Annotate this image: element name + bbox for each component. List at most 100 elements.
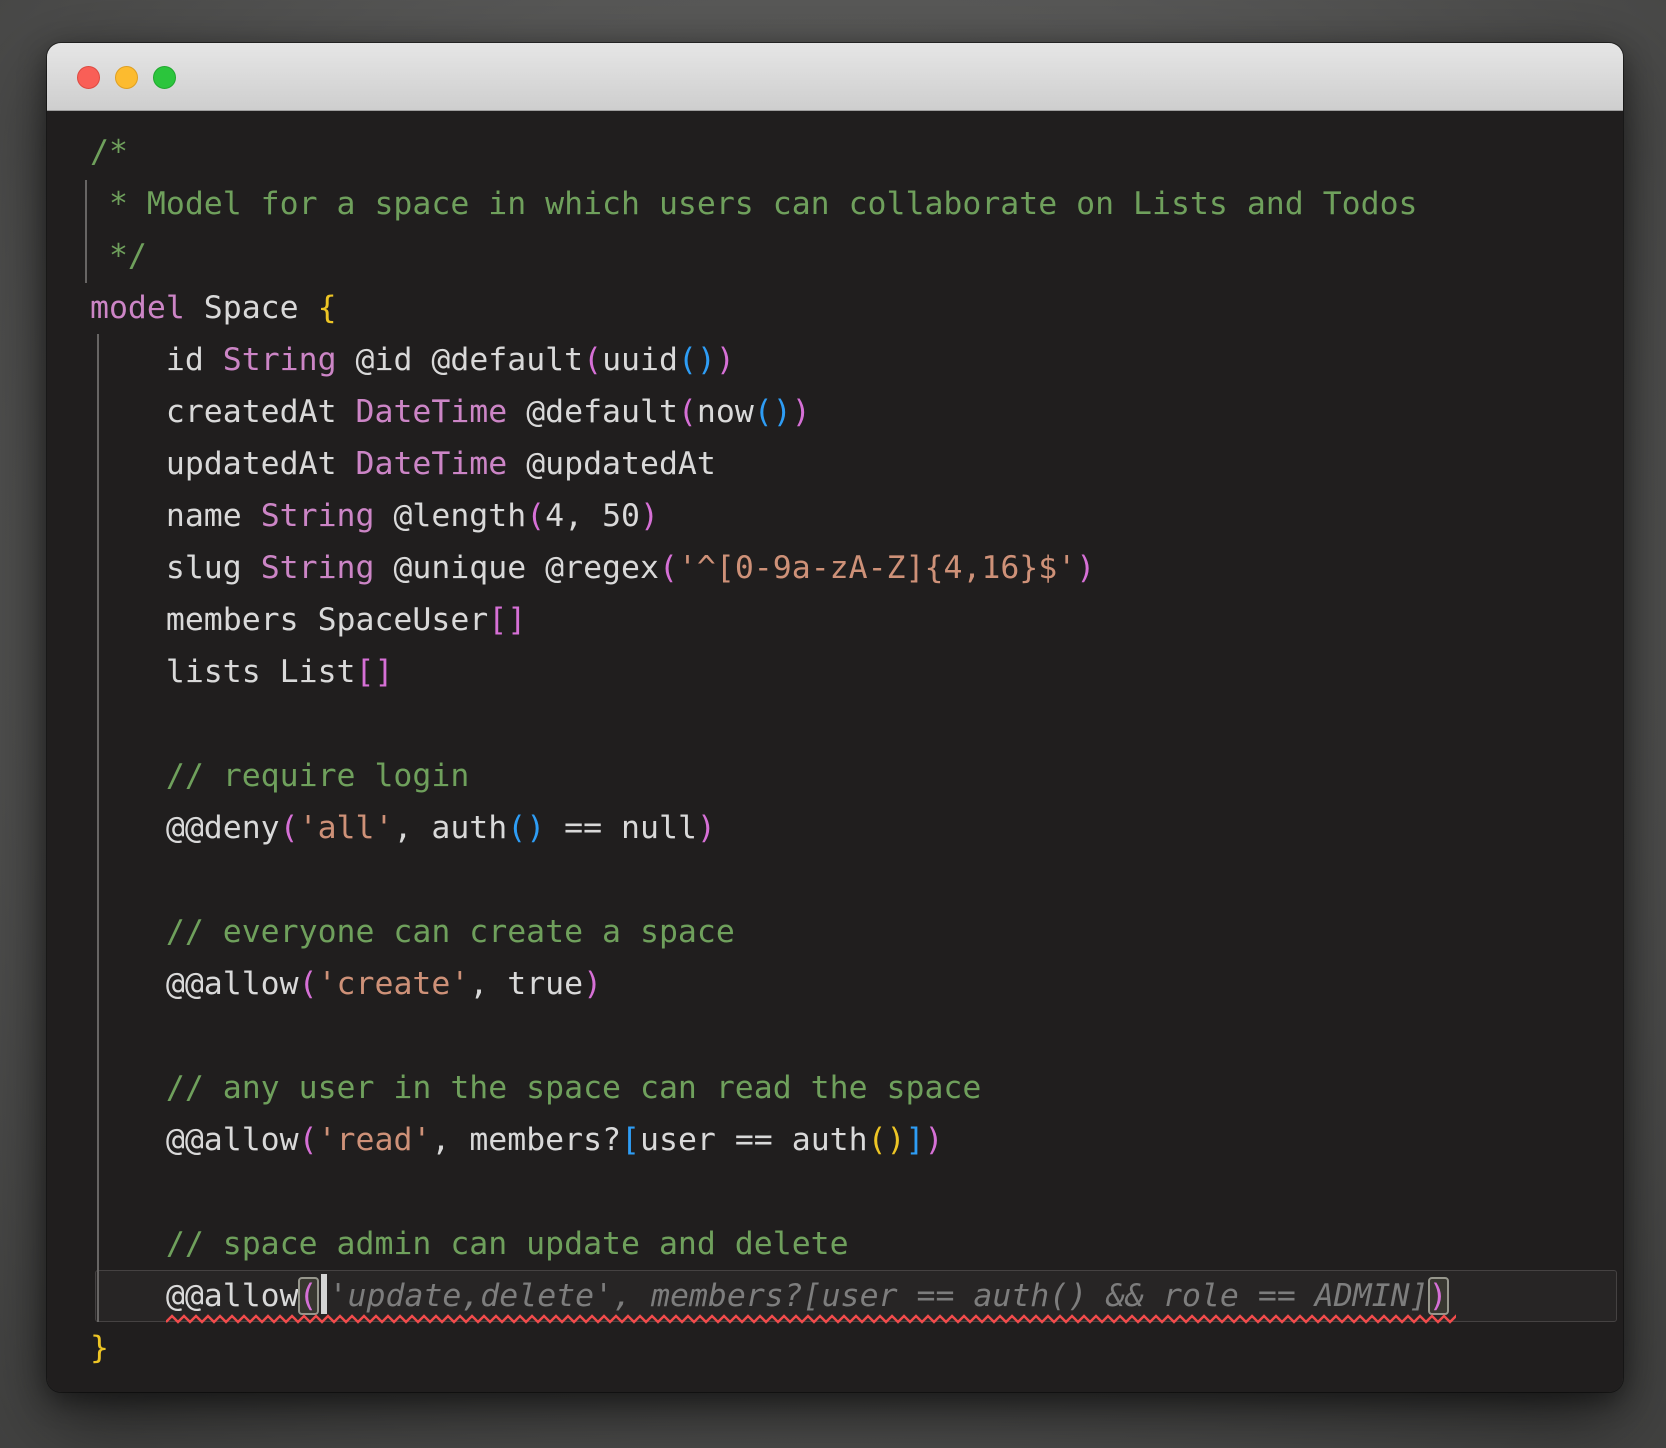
- code-token-text: @@allow: [90, 1122, 299, 1158]
- code-line[interactable]: */: [90, 230, 1623, 282]
- code-token-comment: /*: [90, 134, 128, 170]
- code-token-bracket2: ): [583, 966, 603, 1002]
- code-token-bracket2: ): [640, 498, 659, 534]
- code-token-type: String: [260, 550, 375, 586]
- code-line[interactable]: @@allow('update,delete', members?[user =…: [90, 1270, 1623, 1324]
- code-token-string: 'read': [317, 1122, 432, 1158]
- code-token-bracket1: {: [317, 290, 337, 326]
- code-token-bracket2: (: [677, 394, 697, 430]
- code-line[interactable]: * Model for a space in which users can c…: [90, 178, 1623, 230]
- code-line[interactable]: }: [90, 1322, 1623, 1374]
- code-token-bracket2: ): [924, 1122, 944, 1158]
- code-token-bracket2: (: [583, 342, 603, 378]
- code-line[interactable]: createdAt DateTime @default(now()): [90, 386, 1623, 438]
- code-token-bracket2: (: [298, 1122, 318, 1158]
- code-token-bracket1: }: [90, 1330, 109, 1366]
- code-line[interactable]: [90, 1166, 1623, 1218]
- code-token-text: updatedAt: [90, 446, 356, 482]
- code-line[interactable]: // everyone can create a space: [90, 906, 1623, 958]
- code-line[interactable]: // space admin can update and delete: [90, 1218, 1623, 1270]
- code-line[interactable]: @@deny('all', auth() == null): [90, 802, 1623, 854]
- code-token-text: createdAt: [90, 394, 356, 430]
- code-token-bracket3: (): [677, 342, 716, 378]
- code-line[interactable]: // require login: [90, 750, 1623, 802]
- code-line[interactable]: @@allow('create', true): [90, 958, 1623, 1010]
- code-token-text: Space: [184, 290, 318, 326]
- code-line[interactable]: @@allow('read', members?[user == auth()]…: [90, 1114, 1623, 1166]
- editor-window: /* * Model for a space in which users ca…: [47, 43, 1623, 1392]
- code-token-text: @updatedAt: [507, 446, 716, 482]
- code-token-bracket3: ]: [905, 1122, 925, 1158]
- code-token-string: 'all': [298, 810, 394, 846]
- code-token-text: @@deny: [90, 810, 280, 846]
- code-token-text: @length: [374, 498, 527, 534]
- code-token-bracket1: (): [867, 1122, 906, 1158]
- code-token-comment: */: [90, 238, 147, 274]
- code-token-text: @id @default: [336, 342, 584, 378]
- code-line[interactable]: members SpaceUser[]: [90, 594, 1623, 646]
- inline-suggestion-ghost-text: 'update,delete', members?[user == auth()…: [328, 1278, 1429, 1314]
- code-token-text: slug: [90, 550, 261, 586]
- code-token-bracket2: ): [791, 394, 811, 430]
- code-token-text: , auth: [393, 810, 508, 846]
- matched-open-paren: (: [297, 1277, 319, 1315]
- code-token-bracket3: (): [753, 394, 792, 430]
- code-token-bracket2: []: [355, 654, 394, 690]
- comment-block-guide: [85, 180, 87, 283]
- code-token-bracket2: (: [279, 810, 299, 846]
- zoom-button[interactable]: [153, 65, 176, 89]
- code-token-text: @unique @regex: [374, 550, 659, 586]
- code-token-string: 'create': [317, 966, 470, 1002]
- code-line[interactable]: [90, 1010, 1623, 1062]
- code-token-comment: // require login: [90, 758, 470, 794]
- code-token-text: user == auth: [640, 1122, 868, 1158]
- code-token-comment: * Model for a space in which users can c…: [90, 186, 1418, 222]
- code-line[interactable]: /*: [90, 126, 1623, 178]
- code-token-text: members SpaceUser: [90, 602, 489, 638]
- code-line[interactable]: lists List[]: [90, 646, 1623, 698]
- window-titlebar[interactable]: [47, 43, 1623, 111]
- code-token-bracket2: (: [526, 498, 546, 534]
- code-token-text: id: [90, 342, 223, 378]
- error-squiggle: [166, 1314, 1456, 1324]
- code-token-bracket2: (: [298, 966, 318, 1002]
- code-token-type: DateTime: [355, 446, 508, 482]
- matched-close-paren: ): [1427, 1277, 1449, 1315]
- code-token-text: uuid: [602, 342, 678, 378]
- code-lines: /* * Model for a space in which users ca…: [90, 126, 1623, 1374]
- code-line[interactable]: updatedAt DateTime @updatedAt: [90, 438, 1623, 490]
- close-button[interactable]: [77, 65, 100, 89]
- code-token-comment: // any user in the space can read the sp…: [90, 1070, 982, 1106]
- code-token-text: == null: [545, 810, 697, 846]
- code-token-comment: // space admin can update and delete: [90, 1226, 849, 1262]
- code-line[interactable]: model Space {: [90, 282, 1623, 334]
- code-token-keyword: model: [90, 290, 185, 326]
- code-line[interactable]: name String @length(4, 50): [90, 490, 1623, 542]
- code-token-text: @@allow: [90, 1278, 299, 1314]
- code-token-bracket3: (): [507, 810, 546, 846]
- code-line[interactable]: // any user in the space can read the sp…: [90, 1062, 1623, 1114]
- code-token-text: , true: [469, 966, 584, 1002]
- code-token-text: 4, 50: [545, 498, 640, 534]
- code-line[interactable]: slug String @unique @regex('^[0-9a-zA-Z]…: [90, 542, 1623, 594]
- code-token-bracket2: ): [715, 342, 735, 378]
- code-line[interactable]: id String @id @default(uuid()): [90, 334, 1623, 386]
- code-token-bracket3: [: [621, 1122, 641, 1158]
- code-token-string: '^[0-9a-zA-Z]{4,16}$': [677, 550, 1077, 586]
- code-token-bracket2: (: [658, 550, 678, 586]
- code-token-text: lists List: [90, 654, 356, 690]
- code-line[interactable]: [90, 854, 1623, 906]
- code-editor-area[interactable]: /* * Model for a space in which users ca…: [47, 111, 1623, 1392]
- code-token-comment: // everyone can create a space: [90, 914, 735, 950]
- minimize-button[interactable]: [115, 65, 138, 89]
- code-token-type: DateTime: [355, 394, 508, 430]
- code-token-text: @default: [507, 394, 678, 430]
- code-token-text: name: [90, 498, 261, 534]
- code-token-bracket2: ): [1076, 550, 1096, 586]
- traffic-lights: [77, 43, 176, 111]
- code-line[interactable]: [90, 698, 1623, 750]
- code-token-text: @@allow: [90, 966, 299, 1002]
- code-token-bracket2: []: [488, 602, 527, 638]
- code-token-bracket2: ): [696, 810, 716, 846]
- code-token-type: String: [222, 342, 337, 378]
